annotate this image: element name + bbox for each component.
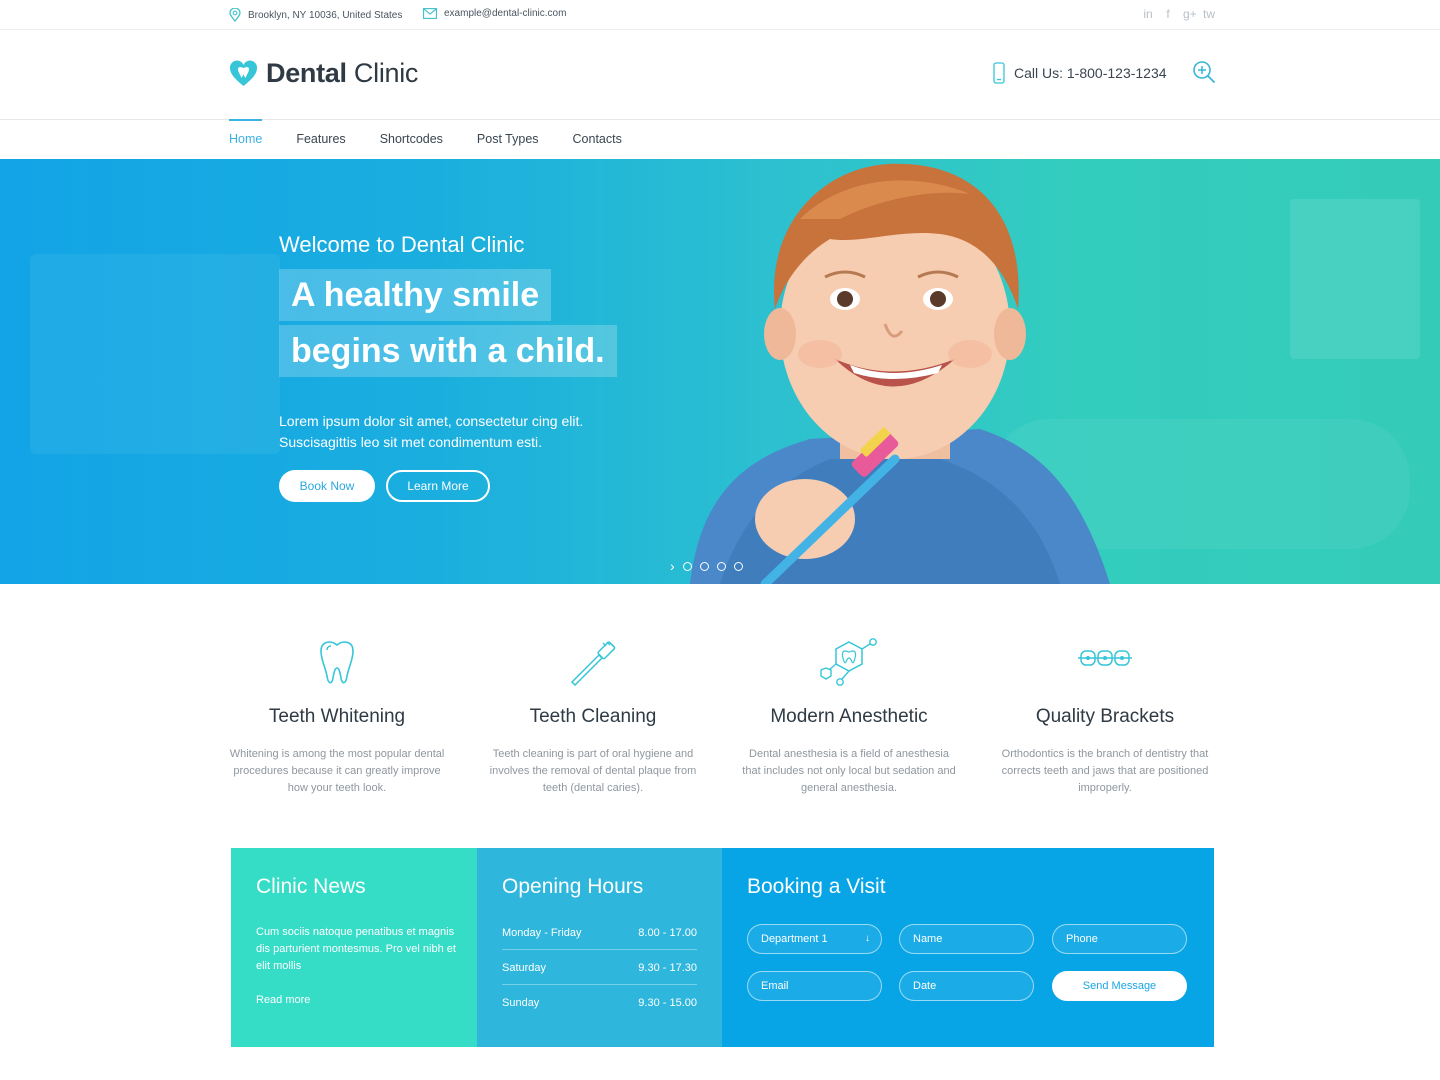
hero-description: Lorem ipsum dolor sit amet, consectetur … <box>279 413 584 450</box>
molecule-tooth-icon <box>820 638 877 686</box>
nav-item-contacts[interactable]: Contacts <box>573 120 622 159</box>
slider-dot[interactable] <box>716 561 726 571</box>
call-text[interactable]: Call Us: 1-800-123-1234 <box>1014 65 1167 81</box>
google-plus-icon[interactable]: g+ <box>1183 7 1197 21</box>
hero-headline-line1: A healthy smile <box>279 269 552 321</box>
hours-time: 9.30 - 17.30 <box>638 961 697 974</box>
search-zoom-icon <box>1193 61 1216 84</box>
site-header: Dental Clinic Call Us: 1-800-123-1234 <box>0 30 1440 120</box>
phone-icon <box>993 62 1005 84</box>
envelope-icon <box>423 8 437 19</box>
service-text: Teeth cleaning is part of oral hygiene a… <box>489 748 697 794</box>
twitter-icon[interactable]: tw <box>1203 7 1215 21</box>
clinic-news-text: Cum sociis natoque penatibus et magnis d… <box>256 926 456 972</box>
brand-bold: Dental <box>266 58 347 88</box>
background-shelf-shape <box>30 254 280 454</box>
send-message-button[interactable]: Send Message <box>1052 971 1187 1001</box>
hours-day: Monday - Friday <box>502 926 582 939</box>
background-towel-shape <box>1290 199 1420 359</box>
email-text[interactable]: example@dental-clinic.com <box>444 8 566 19</box>
hero-slider: Welcome to Dental Clinic A healthy smile… <box>0 159 1440 584</box>
booking-title: Booking a Visit <box>747 875 886 898</box>
toothbrush-icon <box>570 641 616 686</box>
brand-name: Dental Clinic <box>266 58 418 89</box>
service-title: Modern Anesthetic <box>770 706 928 727</box>
linkedin-icon[interactable]: in <box>1143 7 1153 21</box>
hours-row: Saturday 9.30 - 17.30 <box>502 951 697 985</box>
social-links: in f g+ tw <box>1143 7 1215 21</box>
clinic-news-title: Clinic News <box>256 875 366 898</box>
opening-hours-title: Opening Hours <box>502 875 644 898</box>
opening-hours-panel: Opening Hours Monday - Friday 8.00 - 17.… <box>477 848 722 1047</box>
date-field[interactable] <box>899 971 1034 1001</box>
learn-more-button[interactable]: Learn More <box>386 470 490 502</box>
service-title: Teeth Cleaning <box>529 706 657 727</box>
hours-row: Sunday 9.30 - 15.00 <box>502 986 697 1020</box>
service-modern-anesthetic: Modern Anesthetic Dental anesthesia is a… <box>721 630 977 810</box>
location-pin-icon <box>229 8 241 22</box>
department-select[interactable]: Department 1 ↓ <box>747 924 882 954</box>
service-text: Dental anesthesia is a field of anesthes… <box>742 748 956 794</box>
clinic-news-panel: Clinic News Cum sociis natoque penatibus… <box>231 848 477 1047</box>
slider-dot[interactable] <box>699 561 709 571</box>
braces-icon <box>1078 650 1132 666</box>
hero-welcome: Welcome to Dental Clinic <box>279 232 525 257</box>
heart-tooth-logo-icon <box>229 60 258 86</box>
hours-time: 9.30 - 15.00 <box>638 997 697 1009</box>
nav-item-home[interactable]: Home <box>229 119 263 159</box>
slider-dot[interactable] <box>682 561 692 571</box>
slider-pagination: › <box>670 559 743 573</box>
hours-row: Monday - Friday 8.00 - 17.00 <box>502 916 697 950</box>
child-toothbrush-illustration <box>690 163 1110 584</box>
phone-field[interactable] <box>1052 924 1187 954</box>
brand-light: Clinic <box>346 58 419 88</box>
email-field[interactable] <box>747 971 882 1001</box>
read-more-link[interactable]: Read more <box>256 994 310 1006</box>
name-field[interactable] <box>899 924 1034 954</box>
nav-item-features[interactable]: Features <box>296 120 345 159</box>
info-panels: Clinic News Cum sociis natoque penatibus… <box>231 848 1214 1047</box>
hours-day: Sunday <box>502 997 540 1009</box>
top-bar: Brooklyn, NY 10036, United States exampl… <box>0 0 1440 30</box>
hero-headline-line2: begins with a child. <box>279 325 617 377</box>
book-now-button[interactable]: Book Now <box>279 470 375 502</box>
facebook-icon[interactable]: f <box>1163 7 1173 21</box>
service-teeth-whitening: Teeth Whitening Whitening is among the m… <box>209 630 465 810</box>
address-text: Brooklyn, NY 10036, United States <box>248 9 403 21</box>
search-button[interactable] <box>1192 60 1216 89</box>
nav-item-shortcodes[interactable]: Shortcodes <box>380 120 443 159</box>
service-title: Quality Brackets <box>1035 706 1175 727</box>
slider-next-icon[interactable]: › <box>670 559 675 573</box>
tooth-icon <box>320 641 354 684</box>
service-text: Orthodontics is the branch of dentistry … <box>1001 748 1209 794</box>
logo[interactable]: Dental Clinic <box>229 58 418 89</box>
service-title: Teeth Whitening <box>268 706 406 727</box>
email-info[interactable]: example@dental-clinic.com <box>423 8 566 19</box>
slider-dot[interactable] <box>733 561 743 571</box>
call-us[interactable]: Call Us: 1-800-123-1234 <box>993 62 1167 84</box>
services-section: Teeth Whitening Whitening is among the m… <box>209 630 1233 810</box>
address-info: Brooklyn, NY 10036, United States <box>229 8 402 22</box>
booking-panel: Booking a Visit Department 1 ↓ Send Mess… <box>722 848 1214 1047</box>
hours-day: Saturday <box>502 961 547 974</box>
service-text: Whitening is among the most popular dent… <box>229 748 445 794</box>
main-nav: Home Features Shortcodes Post Types Cont… <box>0 119 1440 159</box>
nav-item-post-types[interactable]: Post Types <box>477 120 539 159</box>
service-quality-brackets: Quality Brackets Orthodontics is the bra… <box>977 630 1233 810</box>
chevron-down-icon: ↓ <box>865 933 870 944</box>
hours-time: 8.00 - 17.00 <box>638 926 697 939</box>
department-value: Department 1 <box>761 933 828 945</box>
service-teeth-cleaning: Teeth Cleaning Teeth cleaning is part of… <box>465 630 721 810</box>
